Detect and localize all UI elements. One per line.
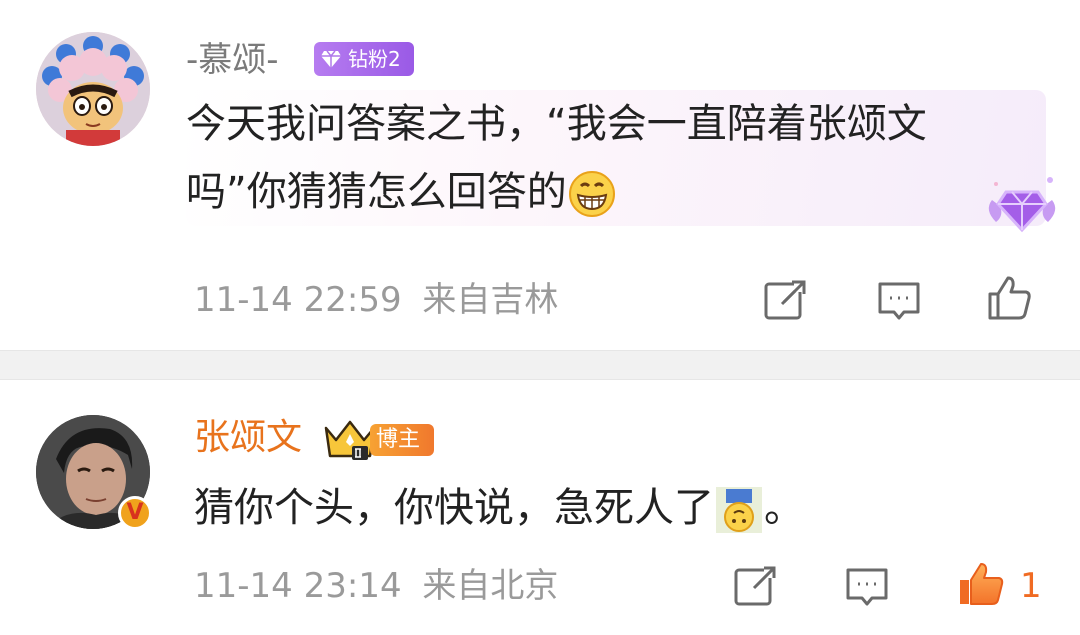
comment-text: 猜你个头，你快说，急死人了 。 xyxy=(194,474,804,542)
timestamp: 11-14 23:14 xyxy=(194,566,402,606)
comment-text-part: 。 xyxy=(764,485,804,531)
comment-text-line: 吗”你猜猜怎么回答的 xyxy=(186,158,1046,226)
comment-item: -慕颂- 钻粉2 今天我问答案之书，“我会一直陪着张颂文 吗”你猜猜怎么回答的 … xyxy=(0,0,1080,350)
timestamp: 11-14 22:59 xyxy=(194,280,402,320)
location: 来自吉林 xyxy=(422,280,559,320)
like-count: 1 xyxy=(1020,566,1042,606)
comment-meta: 11-14 22:59 来自吉林 xyxy=(194,280,558,320)
comment-icon[interactable] xyxy=(842,562,892,612)
avatar[interactable] xyxy=(36,32,150,146)
username[interactable]: -慕颂- xyxy=(186,40,279,80)
grin-emoji-icon xyxy=(568,171,615,217)
comment-divider xyxy=(0,350,1080,380)
fan-gem-decoration-icon xyxy=(988,177,1056,233)
verified-badge: V xyxy=(118,496,152,530)
share-icon[interactable] xyxy=(730,562,780,612)
badge-label: 博主 xyxy=(376,427,421,452)
fan-level-badge[interactable]: 钻粉2 xyxy=(314,42,414,76)
author-badge[interactable]: 博主 xyxy=(322,418,434,460)
like-active-icon[interactable] xyxy=(956,558,1006,608)
comment-meta: 11-14 23:14 来自北京 xyxy=(194,566,558,606)
comment-icon[interactable] xyxy=(874,276,924,326)
location: 来自北京 xyxy=(422,566,559,606)
username[interactable]: 张颂文 xyxy=(194,418,302,458)
comment-text-part: 猜你个头，你快说，急死人了 xyxy=(194,485,714,531)
comment-text-part: 吗”你猜猜怎么回答的 xyxy=(186,169,567,215)
comment-text: 今天我问答案之书，“我会一直陪着张颂文 吗”你猜猜怎么回答的 xyxy=(186,90,1046,226)
badge-label: 钻粉2 xyxy=(348,47,401,71)
comment-text-line: 今天我问答案之书，“我会一直陪着张颂文 xyxy=(186,101,927,147)
like-icon[interactable] xyxy=(984,272,1034,322)
diamond-icon xyxy=(321,50,341,68)
upside-down-emoji-icon xyxy=(716,487,762,533)
share-icon[interactable] xyxy=(760,276,810,326)
